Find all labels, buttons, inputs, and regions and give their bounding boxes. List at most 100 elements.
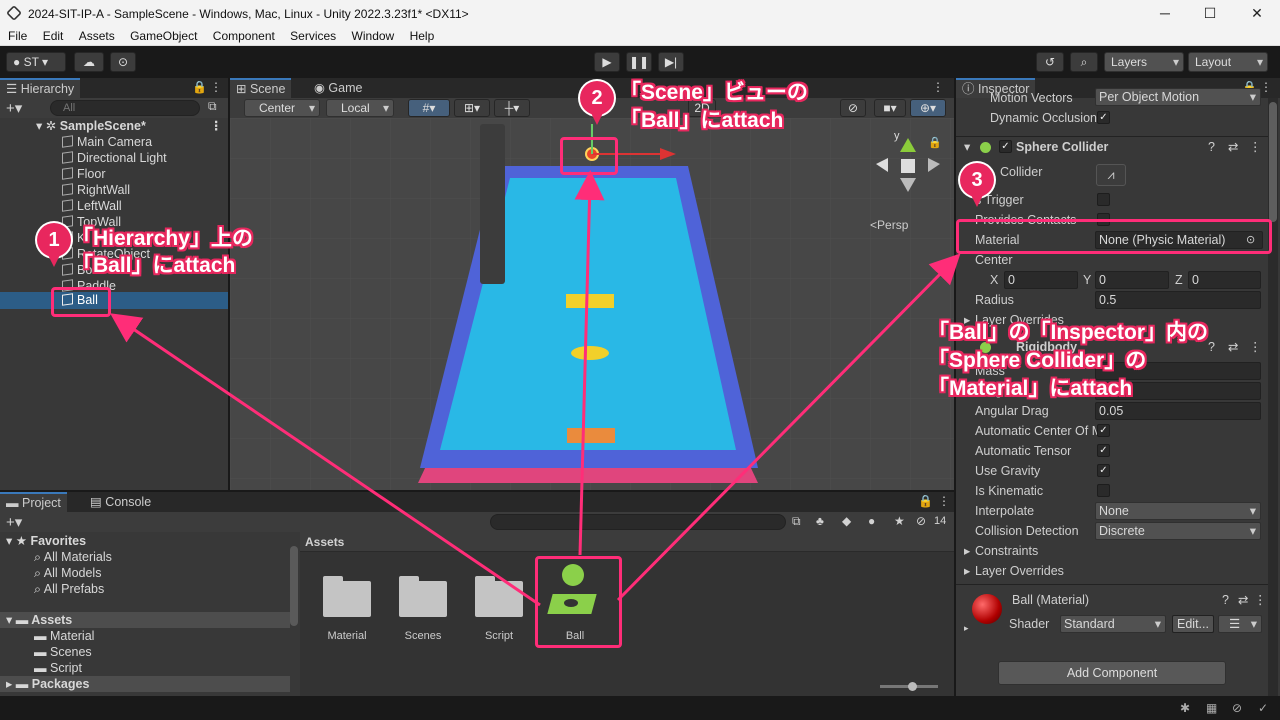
hierarchy-item[interactable]: Main Camera [0, 134, 228, 150]
menu-gameobject[interactable]: GameObject [122, 28, 197, 43]
preset-icon[interactable]: ⇄ [1228, 337, 1238, 357]
visibility-button[interactable]: ⊘ [840, 99, 866, 117]
center-y-field[interactable]: 0 [1095, 271, 1169, 289]
tab-scene[interactable]: ⊞ Scene [230, 78, 292, 98]
account-dropdown[interactable]: ● ST ▾ [6, 52, 66, 72]
hierarchy-item[interactable]: Floor [0, 166, 228, 182]
shapes-icon[interactable]: ♣ [816, 514, 824, 528]
script-folder-icon[interactable] [475, 576, 523, 617]
menu-edit[interactable]: Edit [35, 28, 64, 43]
center-z-field[interactable]: 0 [1188, 271, 1261, 289]
hierarchy-item[interactable]: RightWall [0, 182, 228, 198]
component-menu-icon[interactable]: ⋮ [1254, 590, 1267, 610]
tool-palette[interactable] [480, 124, 505, 284]
menu-assets[interactable]: Assets [71, 28, 115, 43]
preset-icon[interactable]: ⇄ [1228, 137, 1238, 157]
step-button[interactable]: ▶| [658, 52, 684, 72]
asset-folder[interactable]: ▬ Script [34, 660, 82, 676]
hidden-packages-icon[interactable]: ⊘ [916, 514, 926, 528]
pause-button[interactable]: ❚❚ [626, 52, 652, 72]
menu-window[interactable]: Window [344, 28, 395, 43]
collab-button[interactable]: ⊙ [110, 52, 136, 72]
packages-folder[interactable]: ▸ ▬ Packages [0, 676, 290, 692]
search-by-type-icon[interactable]: ⧉ [792, 514, 801, 529]
close-button[interactable]: ✕ [1242, 3, 1272, 23]
help-icon[interactable]: ? [1222, 590, 1229, 610]
scene-root[interactable]: ▾ ✲ SampleScene* ⋮ [0, 118, 228, 134]
snap-button[interactable]: ⊞▾ [454, 99, 490, 117]
collision-detection-dropdown[interactable]: Discrete [1095, 522, 1261, 540]
constraints-row[interactable]: ▸ Constraints [956, 541, 1268, 561]
favorites-folder[interactable]: ▾ ★ Favorites [6, 533, 86, 549]
camera-button[interactable]: ■▾ [874, 99, 906, 117]
menu-services[interactable]: Services [282, 28, 336, 43]
cloud-button[interactable]: ☁ [74, 52, 104, 72]
auto-tensor-checkbox[interactable]: ✓ [1097, 444, 1110, 457]
menu-component[interactable]: Component [205, 28, 275, 43]
lock-icon[interactable]: 🔒 [192, 80, 207, 94]
fav-item[interactable]: ⌕ All Models [34, 565, 101, 581]
angular-drag-field[interactable]: 0.05 [1095, 402, 1261, 420]
more-icon[interactable]: ⋮ [938, 494, 950, 508]
component-menu-icon[interactable]: ⋮ [1249, 137, 1262, 157]
pivot-dropdown[interactable]: Center [244, 99, 320, 117]
interpolate-dropdown[interactable]: None [1095, 502, 1261, 520]
help-icon[interactable]: ? [1208, 137, 1215, 157]
motion-vectors-dropdown[interactable]: Per Object Motion [1095, 88, 1261, 106]
add-component-button[interactable]: Add Component [998, 661, 1226, 685]
sphere-collider-header[interactable]: ▾ ✓ Sphere Collider ? ⇄ ⋮ [956, 137, 1268, 157]
search-button[interactable]: ⌕ [1070, 52, 1098, 72]
project-search-input[interactable] [490, 514, 786, 530]
help-icon[interactable]: ? [1208, 337, 1215, 357]
use-gravity-checkbox[interactable]: ✓ [1097, 464, 1110, 477]
projection-label[interactable]: <Persp [870, 218, 908, 232]
hierarchy-item[interactable]: LeftWall [0, 198, 228, 214]
preset-icon[interactable]: ⇄ [1238, 590, 1248, 610]
center-x-field[interactable]: 0 [1004, 271, 1078, 289]
gizmos-button[interactable]: ⊕▾ [910, 99, 946, 117]
edit-collider-button[interactable]: ⩘ [1096, 164, 1126, 186]
more-icon[interactable]: ⋮ [210, 80, 222, 94]
label-icon[interactable]: ◆ [842, 514, 851, 528]
hierarchy-item-ball-selected[interactable]: Ball [0, 292, 228, 309]
breadcrumb-assets[interactable]: Assets [305, 535, 344, 549]
tab-game[interactable]: ◉ Game [308, 78, 368, 98]
hierarchy-search-input[interactable] [50, 100, 200, 116]
material-folder-icon[interactable] [323, 576, 371, 617]
rigidbody-layer-overrides-row[interactable]: ▸ Layer Overrides [956, 561, 1268, 581]
scene-menu-icon[interactable]: ⋮ [210, 118, 223, 134]
hierarchy-item[interactable]: Directional Light [0, 150, 228, 166]
debug-icon[interactable]: ✱ [1180, 701, 1190, 715]
increment-button[interactable]: ┼▾ [494, 99, 530, 117]
shader-list-button[interactable]: ☰ [1218, 615, 1262, 633]
grid-snap-button[interactable]: #▾ [408, 99, 450, 117]
add-icon[interactable]: +▾ [6, 99, 22, 117]
status-check-icon[interactable]: ✓ [1258, 701, 1268, 715]
scenes-folder-icon[interactable] [399, 576, 447, 617]
add-icon[interactable]: +▾ [6, 513, 22, 531]
layers-dropdown[interactable]: Layers [1104, 52, 1184, 72]
play-button[interactable]: ▶ [594, 52, 620, 72]
assets-folder[interactable]: ▾ ▬ Assets [0, 612, 290, 628]
auto-center-checkbox[interactable]: ✓ [1097, 424, 1110, 437]
tab-hierarchy[interactable]: ☰ Hierarchy [0, 78, 81, 98]
menu-file[interactable]: File [0, 28, 27, 43]
shader-edit-button[interactable]: Edit... [1172, 615, 1214, 633]
foldout-icon[interactable]: ▸ [964, 618, 969, 638]
dynamic-occlusion-checkbox[interactable]: ✓ [1097, 111, 1110, 124]
layout-dropdown[interactable]: Layout [1188, 52, 1268, 72]
fav-item[interactable]: ⌕ All Materials [34, 549, 112, 565]
menu-help[interactable]: Help [402, 28, 435, 43]
maximize-button[interactable]: ☐ [1195, 3, 1225, 23]
radius-field[interactable]: 0.5 [1095, 291, 1261, 309]
lock-icon[interactable]: 🔒 [918, 494, 933, 508]
foldout-icon[interactable]: ▾ [964, 137, 970, 157]
progress-icon[interactable]: ▦ [1206, 701, 1217, 715]
tab-project[interactable]: ▬ Project [0, 492, 67, 512]
asset-folder[interactable]: ▬ Scenes [34, 644, 92, 660]
warning-icon[interactable]: ● [868, 514, 875, 528]
lock-icon[interactable]: 🔒 [928, 136, 942, 149]
is-kinematic-checkbox[interactable] [1097, 484, 1110, 497]
asset-folder[interactable]: ▬ Material [34, 628, 94, 644]
more-icon[interactable]: ⋮ [932, 80, 944, 94]
